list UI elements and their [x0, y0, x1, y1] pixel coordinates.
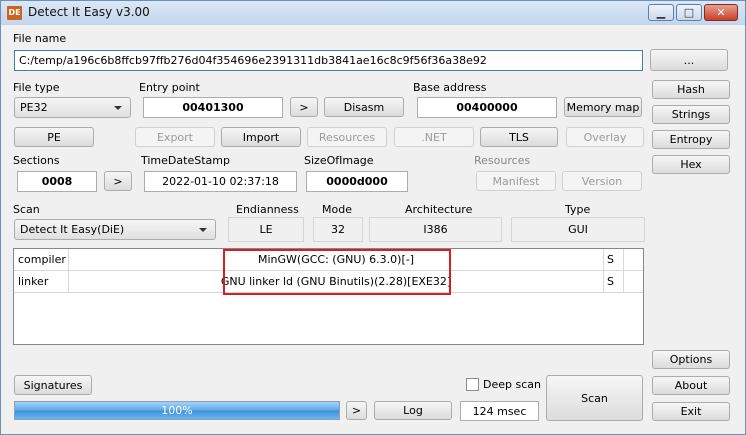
die-app-icon: DE	[7, 6, 22, 20]
scan-engine-select[interactable]: Detect It Easy(DiE)	[14, 219, 216, 240]
sections-next-button[interactable]: >	[104, 171, 132, 191]
entry-point-field[interactable]: 00401300	[143, 97, 283, 118]
file-type-select[interactable]: PE32	[14, 97, 131, 118]
entropy-button[interactable]: Entropy	[652, 130, 730, 149]
entry-point-next-button[interactable]: >	[290, 97, 318, 117]
chevron-down-icon	[199, 227, 207, 232]
title-bar[interactable]: DE Detect It Easy v3.00 ▁ □ ✕	[1, 1, 745, 25]
deep-scan-label: Deep scan	[483, 378, 541, 391]
options-button[interactable]: Options	[652, 350, 730, 369]
tls-button[interactable]: TLS	[480, 127, 558, 147]
manifest-button[interactable]: Manifest	[476, 171, 556, 191]
endianness-field: LE	[228, 217, 304, 242]
type-field: GUI	[511, 217, 645, 242]
scan-label: Scan	[13, 203, 40, 216]
maximize-button[interactable]: □	[676, 4, 702, 21]
architecture-label: Architecture	[405, 203, 473, 216]
result-flag: S	[604, 271, 624, 292]
strings-button[interactable]: Strings	[652, 105, 730, 124]
result-extra-cell	[624, 271, 643, 292]
endianness-label: Endianness	[236, 203, 299, 216]
exit-button[interactable]: Exit	[652, 402, 730, 421]
pe-button[interactable]: PE	[14, 127, 94, 147]
overlay-button[interactable]: Overlay	[566, 127, 644, 147]
progress-next-button[interactable]: >	[346, 401, 367, 420]
disasm-button[interactable]: Disasm	[324, 97, 404, 117]
timestamp-label: TimeDateStamp	[141, 154, 230, 167]
base-address-label: Base address	[413, 81, 487, 94]
close-button[interactable]: ✕	[704, 4, 738, 21]
scan-button[interactable]: Scan	[546, 375, 643, 421]
chevron-down-icon	[114, 105, 122, 110]
import-button[interactable]: Import	[221, 127, 301, 147]
version-button[interactable]: Version	[562, 171, 642, 191]
hash-button[interactable]: Hash	[652, 80, 730, 99]
hex-button[interactable]: Hex	[652, 155, 730, 174]
scan-engine-value: Detect It Easy(DiE)	[20, 223, 125, 236]
log-button[interactable]: Log	[374, 401, 452, 420]
size-of-image-field[interactable]: 0000d000	[306, 171, 408, 192]
size-of-image-label: SizeOfImage	[304, 154, 374, 167]
signatures-button[interactable]: Signatures	[14, 375, 92, 395]
export-button[interactable]: Export	[135, 127, 215, 147]
result-extra-cell	[624, 249, 643, 270]
deep-scan-checkbox[interactable]	[466, 378, 479, 391]
file-type-value: PE32	[20, 101, 48, 114]
progress-bar: 100%	[14, 401, 340, 420]
about-button[interactable]: About	[652, 376, 730, 395]
result-type: compiler	[14, 249, 69, 270]
window-title: Detect It Easy v3.00	[28, 5, 150, 19]
mode-field: 32	[313, 217, 363, 242]
file-path-input[interactable]: C:/temp/a196c6b8ffcb97ffb276d04f354696e2…	[14, 50, 643, 71]
entry-point-label: Entry point	[139, 81, 200, 94]
sections-field[interactable]: 0008	[17, 171, 97, 192]
resources-group-label: Resources	[474, 154, 531, 167]
sections-label: Sections	[13, 154, 60, 167]
architecture-field: I386	[369, 217, 502, 242]
browse-button[interactable]: ...	[650, 49, 728, 71]
highlight-box	[223, 249, 451, 295]
file-type-label: File type	[13, 81, 60, 94]
minimize-button[interactable]: ▁	[648, 4, 674, 21]
timestamp-field[interactable]: 2022-01-10 02:37:18	[144, 171, 297, 192]
mode-label: Mode	[322, 203, 352, 216]
main-window: DE Detect It Easy v3.00 ▁ □ ✕ File name …	[0, 0, 746, 435]
type-label: Type	[565, 203, 591, 216]
resources-button[interactable]: Resources	[307, 127, 387, 147]
base-address-field[interactable]: 00400000	[417, 97, 557, 118]
result-type: linker	[14, 271, 69, 292]
memory-map-button[interactable]: Memory map	[564, 97, 642, 117]
dotnet-button[interactable]: .NET	[394, 127, 474, 147]
scan-time-field: 124 msec	[460, 401, 539, 421]
result-flag: S	[604, 249, 624, 270]
file-name-label: File name	[13, 32, 67, 45]
